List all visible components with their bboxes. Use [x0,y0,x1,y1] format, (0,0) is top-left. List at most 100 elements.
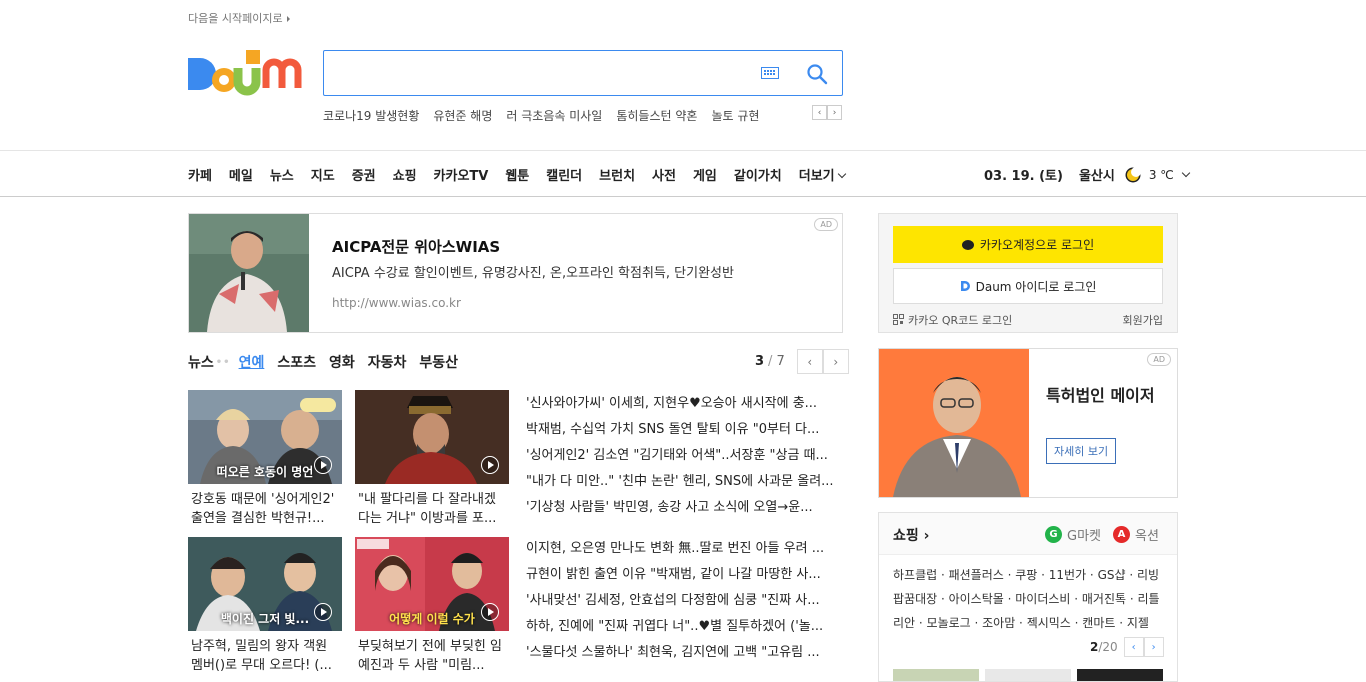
tab-sports[interactable]: 스포츠 [277,352,316,372]
chat-bubble-icon [961,239,974,250]
qr-code-icon [893,314,904,325]
tab-movie[interactable]: 영화 [329,352,355,372]
headline-item[interactable]: 박재범, 수십억 가치 SNS 돌연 탈퇴 이유 "0부터 다... [526,417,842,443]
search-input[interactable] [336,61,746,85]
tab-real-estate[interactable]: 부동산 [419,352,458,372]
nav-cafe[interactable]: 카페 [188,165,212,184]
nav-stock[interactable]: 증권 [352,165,376,184]
headline-list: 이지현, 오은영 만나도 변화 無..딸로 번진 아들 우려 ... 규현이 밝… [526,536,842,666]
shop-page-total: /20 [1098,640,1118,654]
side-ad-title[interactable]: 특허법인 메이저 [1046,385,1166,406]
news-label[interactable]: 뉴스 [188,352,214,372]
page-separator: / [768,354,773,369]
trend-pager: ‹ › [812,105,842,120]
shopping-pager: 2/20 ‹ › [1090,637,1164,657]
news-card-title: 부딪혀보기 전에 부딪힌 임예진과 두 사람 "미림... [358,639,502,673]
news-pager: 3 / 7 ‹ › [755,349,849,374]
signup-link[interactable]: 회원가입 [1123,312,1163,328]
ad-banner[interactable]: AD AICPA전문 위아스WIAS AICPA 수강료 할인이벤트, 유명강사… [188,213,843,333]
news-card-title: "내 팔다리를 다 잘라내겠다는 거냐" 이방과를 포... [358,492,497,526]
headline-item[interactable]: 규현이 밝힌 출연 이유 "박재범, 같이 나갈 마땅한 사... [526,562,842,588]
prev-page-icon[interactable]: ‹ [796,349,823,374]
trend-item[interactable]: 코로나19 발생현황 [323,107,419,124]
tab-entertainment[interactable]: 연예 [239,352,265,372]
news-thumbnail: 어떻게 이럴 수가 [355,537,509,631]
shop-thumb[interactable] [985,669,1071,681]
play-icon [481,603,499,621]
news-card-title: 강호동 때문에 '싱어게인2' 출연을 결심한 박현규!... [191,492,335,526]
see-more-button[interactable]: 자세히 보기 [1046,438,1117,464]
news-card[interactable]: 떠오른 호동이 명언 강호동 때문에 '싱어게인2' 출연을 결심한 박현규!.… [188,390,342,528]
shopping-title-link[interactable]: 쇼핑 › [893,525,929,545]
gmarket-link[interactable]: G G마켓 [1045,525,1101,544]
nav-map[interactable]: 지도 [311,165,335,184]
daum-logo[interactable] [188,48,304,98]
next-page-icon[interactable]: › [822,349,849,374]
tab-car[interactable]: 자동차 [368,352,407,372]
nav-together[interactable]: 같이가치 [734,165,782,184]
shop-thumb[interactable] [1077,669,1163,681]
nav-game[interactable]: 게임 [693,165,717,184]
shopping-mall-links[interactable]: 하프클럽 · 패션플러스 · 쿠팡 · 11번가 · GS샵 · 리빙팝꿈대장 … [893,563,1169,635]
auction-link[interactable]: A 옥션 [1113,525,1159,544]
ad-title[interactable]: AICPA전문 위아스WIAS [332,236,500,257]
nav-more-label: 더보기 [798,169,835,184]
ad-description: AICPA 수강료 할인이벤트, 유명강사진, 온,오프라인 학점취득, 단기완… [332,266,734,281]
nav-calendar[interactable]: 캘린더 [546,165,582,184]
headline-list: '신사와아가씨' 이세희, 지현우♥오승아 새시작에 충... 박재범, 수십억… [526,391,842,521]
trend-item[interactable]: 러 극초음속 미사일 [506,107,602,124]
ad-url[interactable]: http://www.wias.co.kr [332,296,461,310]
nav-more[interactable]: 더보기 [798,165,846,184]
side-ad[interactable]: AD 특허법인 메이저 자세히 보기 [878,348,1178,498]
chevron-left-icon[interactable]: ‹ [1123,637,1144,657]
nav-shopping[interactable]: 쇼핑 [393,165,417,184]
play-icon [314,456,332,474]
nav-brunch[interactable]: 브런치 [599,165,635,184]
news-card-title: 남주혁, 밀림의 왕자 객원멤버()로 무대 오르다! (... [191,639,332,673]
news-thumbnail: 백이진 그저 빛... [188,537,342,631]
headline-item[interactable]: 하하, 진예에 "진짜 귀엽다 너"..♥별 질투하겠어 ('놀... [526,614,842,640]
news-card[interactable]: 백이진 그저 빛... 남주혁, 밀림의 왕자 객원멤버()로 무대 오르다! … [188,537,342,675]
qr-login-link[interactable]: 카카오 QR코드 로그인 [893,312,1012,328]
shop-page-current: 2 [1090,640,1099,654]
headline-item[interactable]: 이지현, 오은영 만나도 변화 無..딸로 번진 아들 우려 ... [526,536,842,562]
set-start-page-link[interactable]: 다음을 시작페이지로 [188,10,290,26]
nav-dictionary[interactable]: 사전 [652,165,676,184]
daum-login-button[interactable]: Daum 아이디로 로그인 [893,268,1163,304]
search-icon[interactable] [806,63,828,85]
auction-icon: A [1113,526,1130,543]
global-nav: 카페 메일 뉴스 지도 증권 쇼핑 카카오TV 웹툰 캘린더 브런치 사전 게임… [0,150,1366,197]
news-card[interactable]: "내 팔다리를 다 잘라내겠다는 거냐" 이방과를 포... [355,390,509,528]
gmarket-icon: G [1045,526,1062,543]
daum-login-label: Daum 아이디로 로그인 [975,279,1097,294]
headline-item[interactable]: "내가 다 미안.." '친中 논란' 헨리, SNS에 사과문 올려... [526,469,842,495]
nav-webtoon[interactable]: 웹툰 [505,165,529,184]
headline-item[interactable]: '싱어게인2' 김소연 "김기태와 어색"..서장훈 "상금 때... [526,443,842,469]
date-text: 03. 19. (토) [984,169,1063,184]
city-text: 울산시 [1078,169,1115,184]
chevron-left-icon[interactable]: ‹ [812,105,827,120]
chevron-down-icon [1181,168,1191,177]
keyboard-icon[interactable] [761,67,779,79]
chevron-right-icon[interactable]: › [1143,637,1164,657]
kakao-login-button[interactable]: 카카오계정으로 로그인 [893,226,1163,263]
trend-item[interactable]: 톰히들스턴 약혼 [616,107,697,124]
news-card[interactable]: 어떻게 이럴 수가 부딪혀보기 전에 부딪힌 임예진과 두 사람 "미림... [355,537,509,675]
nav-news[interactable]: 뉴스 [270,165,294,184]
nav-mail[interactable]: 메일 [229,165,253,184]
weather-widget[interactable]: 03. 19. (토) 울산시 3 ℃ [984,165,1191,184]
chevron-down-icon [837,169,846,179]
trend-item[interactable]: 놀토 규현 [711,107,759,124]
headline-item[interactable]: '스물다섯 스물하나' 최현욱, 김지연에 고백 "고유림 ... [526,640,842,666]
headline-item[interactable]: '신사와아가씨' 이세희, 지현우♥오승아 새시작에 충... [526,391,842,417]
trend-item[interactable]: 유현준 해명 [433,107,492,124]
moon-icon [1125,166,1141,182]
shop-thumb[interactable] [893,669,979,681]
page-total: 7 [776,354,785,369]
nav-kakaotv[interactable]: 카카오TV [434,165,489,184]
headline-item[interactable]: '기상청 사람들' 박민영, 송강 사고 소식에 오열→윤... [526,495,842,521]
trending-keywords: 코로나19 발생현황 유현준 해명 러 극초음속 미사일 톰히들스턴 약혼 놀토… [323,107,759,124]
headline-item[interactable]: '사내맞선' 김세정, 안효섭의 다정함에 심쿵 "진짜 사... [526,588,842,614]
ad-badge: AD [814,218,838,231]
chevron-right-icon[interactable]: › [827,105,842,120]
